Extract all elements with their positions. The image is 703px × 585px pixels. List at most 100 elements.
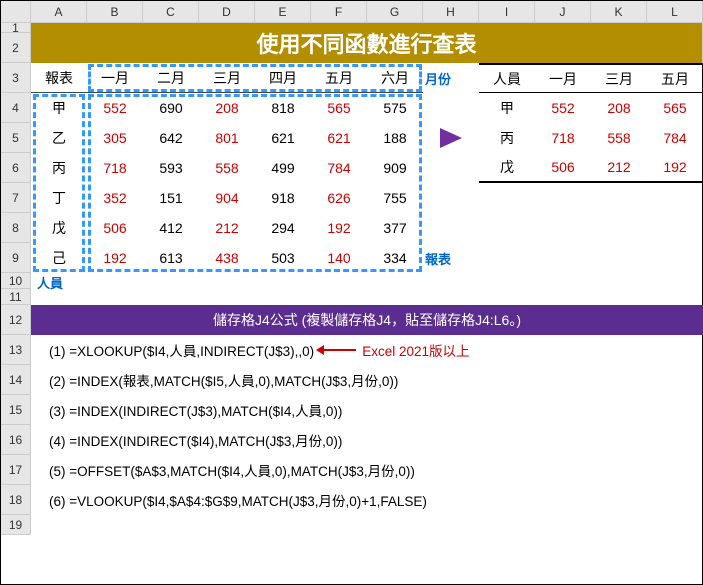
t2-value-cell[interactable]: 565 <box>647 93 703 123</box>
row-header-19[interactable]: 19 <box>1 515 31 535</box>
t1-name-cell[interactable]: 己 <box>31 243 87 273</box>
row-header-1[interactable]: 1 <box>1 23 31 33</box>
t1-value-cell[interactable]: 208 <box>199 93 255 123</box>
row-header-11[interactable]: 11 <box>1 289 31 305</box>
t1-value-cell[interactable]: 499 <box>255 153 311 183</box>
t2-value-cell[interactable]: 506 <box>535 153 591 183</box>
t1-header-cell[interactable]: 三月 <box>199 63 255 93</box>
row-header-8[interactable]: 8 <box>1 213 31 243</box>
column-header-G[interactable]: G <box>367 1 423 23</box>
t1-value-cell[interactable]: 642 <box>143 123 199 153</box>
t2-header-cell[interactable]: 一月 <box>535 63 591 93</box>
column-header-D[interactable]: D <box>199 1 255 23</box>
formula-row[interactable]: (3) =INDEX(INDIRECT(J$3),MATCH($I4,人員,0)… <box>31 395 703 425</box>
t1-value-cell[interactable]: 377 <box>367 213 423 243</box>
t2-header-cell[interactable]: 三月 <box>591 63 647 93</box>
column-header-K[interactable]: K <box>591 1 647 23</box>
t1-value-cell[interactable]: 621 <box>311 123 367 153</box>
row-header-13[interactable]: 13 <box>1 335 31 365</box>
t1-value-cell[interactable]: 192 <box>311 213 367 243</box>
t2-header-cell[interactable]: 人員 <box>479 63 535 93</box>
row-header-4[interactable]: 4 <box>1 93 31 123</box>
t2-value-cell[interactable]: 552 <box>535 93 591 123</box>
row-header-5[interactable]: 5 <box>1 123 31 153</box>
column-header-F[interactable]: F <box>311 1 367 23</box>
t1-value-cell[interactable]: 909 <box>367 153 423 183</box>
formula-row[interactable]: (4) =INDEX(INDIRECT($I4),MATCH(J$3,月份,0)… <box>31 425 703 455</box>
t1-header-cell[interactable]: 二月 <box>143 63 199 93</box>
t2-name-cell[interactable]: 甲 <box>479 93 535 123</box>
row-header-14[interactable]: 14 <box>1 365 31 395</box>
t1-value-cell[interactable]: 593 <box>143 153 199 183</box>
t1-value-cell[interactable]: 784 <box>311 153 367 183</box>
t2-header-cell[interactable]: 五月 <box>647 63 703 93</box>
row-header-2[interactable]: 2 <box>1 33 31 63</box>
t2-value-cell[interactable]: 558 <box>591 123 647 153</box>
t1-value-cell[interactable]: 506 <box>87 213 143 243</box>
row-header-10[interactable]: 10 <box>1 273 31 289</box>
t1-value-cell[interactable]: 575 <box>367 93 423 123</box>
column-header-J[interactable]: J <box>535 1 591 23</box>
t1-value-cell[interactable]: 151 <box>143 183 199 213</box>
column-header-A[interactable]: A <box>31 1 87 23</box>
t1-value-cell[interactable]: 613 <box>143 243 199 273</box>
formula-row[interactable]: (5) =OFFSET($A$3,MATCH($I4,人員,0),MATCH(J… <box>31 455 703 485</box>
row-header-15[interactable]: 15 <box>1 395 31 425</box>
t1-value-cell[interactable]: 192 <box>87 243 143 273</box>
t2-value-cell[interactable]: 784 <box>647 123 703 153</box>
t1-value-cell[interactable]: 904 <box>199 183 255 213</box>
t1-value-cell[interactable]: 801 <box>199 123 255 153</box>
row-header-17[interactable]: 17 <box>1 455 31 485</box>
t1-value-cell[interactable]: 818 <box>255 93 311 123</box>
column-header-L[interactable]: L <box>647 1 703 23</box>
t1-value-cell[interactable]: 188 <box>367 123 423 153</box>
row-header-9[interactable]: 9 <box>1 243 31 273</box>
t1-value-cell[interactable]: 718 <box>87 153 143 183</box>
t1-name-cell[interactable]: 丁 <box>31 183 87 213</box>
t1-value-cell[interactable]: 503 <box>255 243 311 273</box>
row-header-7[interactable]: 7 <box>1 183 31 213</box>
t1-name-cell[interactable]: 乙 <box>31 123 87 153</box>
t1-value-cell[interactable]: 690 <box>143 93 199 123</box>
t1-value-cell[interactable]: 626 <box>311 183 367 213</box>
formula-row[interactable]: (1) =XLOOKUP($I4,人員,INDIRECT(J$3),,0)Exc… <box>31 335 703 365</box>
row-header-6[interactable]: 6 <box>1 153 31 183</box>
t2-name-cell[interactable]: 戊 <box>479 153 535 183</box>
t1-header-cell[interactable]: 一月 <box>87 63 143 93</box>
t2-value-cell[interactable]: 212 <box>591 153 647 183</box>
t1-value-cell[interactable]: 621 <box>255 123 311 153</box>
row-header-3[interactable]: 3 <box>1 63 31 93</box>
t2-value-cell[interactable]: 718 <box>535 123 591 153</box>
t2-value-cell[interactable]: 192 <box>647 153 703 183</box>
t1-value-cell[interactable]: 412 <box>143 213 199 243</box>
row-header-16[interactable]: 16 <box>1 425 31 455</box>
t1-value-cell[interactable]: 334 <box>367 243 423 273</box>
t1-value-cell[interactable]: 438 <box>199 243 255 273</box>
t1-value-cell[interactable]: 918 <box>255 183 311 213</box>
t1-value-cell[interactable]: 212 <box>199 213 255 243</box>
t1-name-cell[interactable]: 戊 <box>31 213 87 243</box>
t1-value-cell[interactable]: 305 <box>87 123 143 153</box>
row-header-12[interactable]: 12 <box>1 305 31 335</box>
t1-value-cell[interactable]: 755 <box>367 183 423 213</box>
column-header-I[interactable]: I <box>479 1 535 23</box>
t1-value-cell[interactable]: 294 <box>255 213 311 243</box>
column-header-C[interactable]: C <box>143 1 199 23</box>
t1-header-cell[interactable]: 五月 <box>311 63 367 93</box>
column-header-H[interactable]: H <box>423 1 479 23</box>
t1-header-cell[interactable]: 六月 <box>367 63 423 93</box>
t1-value-cell[interactable]: 552 <box>87 93 143 123</box>
t2-value-cell[interactable]: 208 <box>591 93 647 123</box>
formula-row[interactable]: (6) =VLOOKUP($I4,$A$4:$G$9,MATCH(J$3,月份,… <box>31 485 703 515</box>
t1-header-cell[interactable]: 報表 <box>31 63 87 93</box>
column-header-B[interactable]: B <box>87 1 143 23</box>
t1-header-cell[interactable]: 四月 <box>255 63 311 93</box>
t1-value-cell[interactable]: 140 <box>311 243 367 273</box>
t1-value-cell[interactable]: 565 <box>311 93 367 123</box>
t1-value-cell[interactable]: 352 <box>87 183 143 213</box>
formula-row[interactable]: (2) =INDEX(報表,MATCH($I5,人員,0),MATCH(J$3,… <box>31 365 703 395</box>
t1-name-cell[interactable]: 丙 <box>31 153 87 183</box>
row-header-18[interactable]: 18 <box>1 485 31 515</box>
t2-name-cell[interactable]: 丙 <box>479 123 535 153</box>
t1-value-cell[interactable]: 558 <box>199 153 255 183</box>
